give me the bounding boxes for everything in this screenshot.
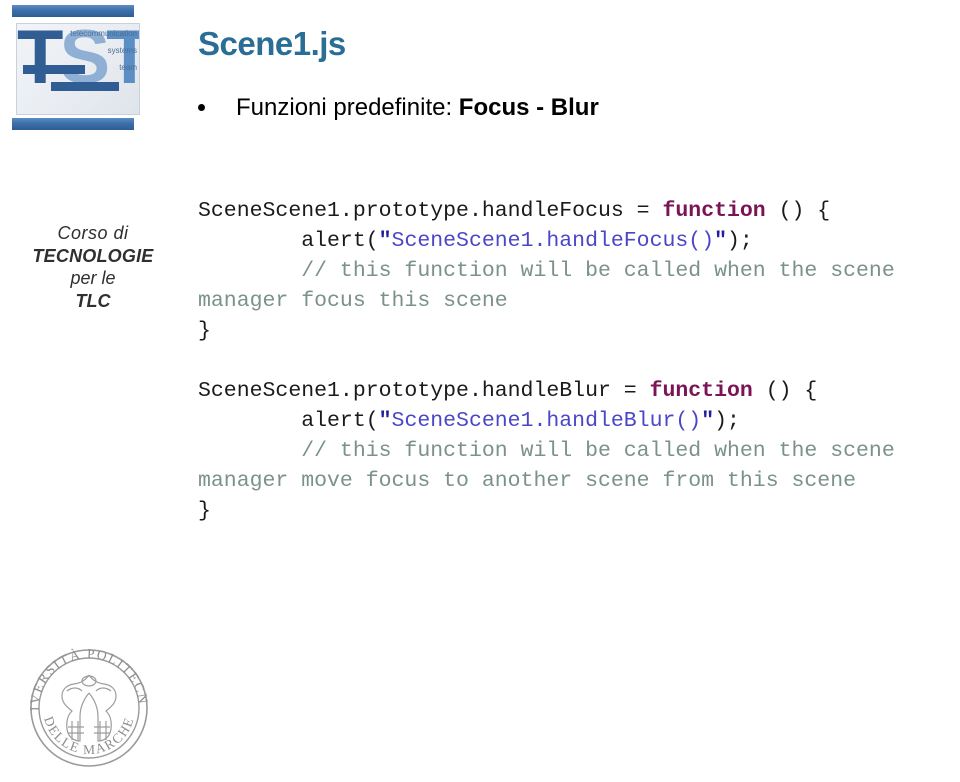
logo-stripe-1 <box>23 65 85 74</box>
bullet-text-normal: Funzioni predefinite: <box>236 94 459 121</box>
logo-tagline-line3: team <box>119 63 137 72</box>
logo-stripe-2 <box>51 82 119 91</box>
code-seg-alert-2: alert( <box>198 409 379 433</box>
course-line-3: per le <box>70 268 116 289</box>
logo-tagline-line1: telecommunication <box>70 29 137 38</box>
code-keyword-function-2: function <box>649 379 753 403</box>
code-seg-decl-2: SceneScene1.prototype.handleBlur = <box>198 379 650 403</box>
code-quote-open-1: " <box>378 229 392 253</box>
tst-logo: TST telecommunication systems team <box>12 5 140 130</box>
logo-plate: TST telecommunication systems team <box>16 23 140 115</box>
course-line-4: TLC <box>75 291 111 312</box>
code-string-2: SceneScene1.handleBlur() <box>391 409 702 433</box>
bullet-text: Funzioni predefinite: Focus - Blur <box>236 94 599 122</box>
code-close-brace-2: } <box>198 499 211 523</box>
code-block: SceneScene1.prototype.handleFocus = func… <box>198 166 960 586</box>
bullet-text-bold: Focus - Blur <box>458 94 599 121</box>
code-line-5: SceneScene1.prototype.handleBlur = funct… <box>198 376 960 406</box>
code-comment-1: // this function will be called when the… <box>198 259 908 313</box>
code-quote-close-1: " <box>714 229 728 253</box>
course-title-block: Corso di TECNOLOGIE per le TLC <box>0 222 186 313</box>
slide-content: Scene1.js Funzioni predefinite: Focus - … <box>190 0 960 782</box>
bullet-item: Funzioni predefinite: Focus - Blur <box>198 94 599 122</box>
logo-bar-top <box>12 5 134 17</box>
code-line-6: alert("SceneScene1.handleBlur()"); <box>198 406 960 436</box>
code-keyword-function-1: function <box>662 199 766 223</box>
code-comment-2: // this function will be called when the… <box>198 439 908 493</box>
code-quote-close-2: " <box>701 409 715 433</box>
slide-canvas: TST telecommunication systems team Corso… <box>0 0 960 782</box>
code-seg-args-2: () { <box>752 379 818 403</box>
university-seal-icon: UNIVERSITÀ POLITECNICA DELLE MARCHE <box>22 641 156 775</box>
logo-bar-bottom <box>12 118 134 130</box>
code-seg-decl-1: SceneScene1.prototype.handleFocus = <box>198 199 663 223</box>
code-string-1: SceneScene1.handleFocus() <box>391 229 715 253</box>
code-seg-tail-1: ); <box>727 229 753 253</box>
logo-tagline-line2: systems <box>107 46 137 55</box>
code-spacer <box>198 346 960 376</box>
code-seg-args-1: () { <box>765 199 831 223</box>
code-line-2: alert("SceneScene1.handleFocus()"); <box>198 226 960 256</box>
sidebar: TST telecommunication systems team Corso… <box>0 0 190 782</box>
course-line-2: TECNOLOGIE <box>32 245 154 266</box>
svg-text:DELLE MARCHE: DELLE MARCHE <box>41 714 137 757</box>
code-close-brace-1: } <box>198 319 211 343</box>
code-line-1: SceneScene1.prototype.handleFocus = func… <box>198 196 960 226</box>
course-line-1: Corso di <box>57 223 129 243</box>
code-seg-tail-2: ); <box>714 409 740 433</box>
code-quote-open-2: " <box>378 409 392 433</box>
page-title: Scene1.js <box>198 25 346 62</box>
code-seg-alert-1: alert( <box>198 229 379 253</box>
bullet-dot-icon <box>198 104 205 111</box>
